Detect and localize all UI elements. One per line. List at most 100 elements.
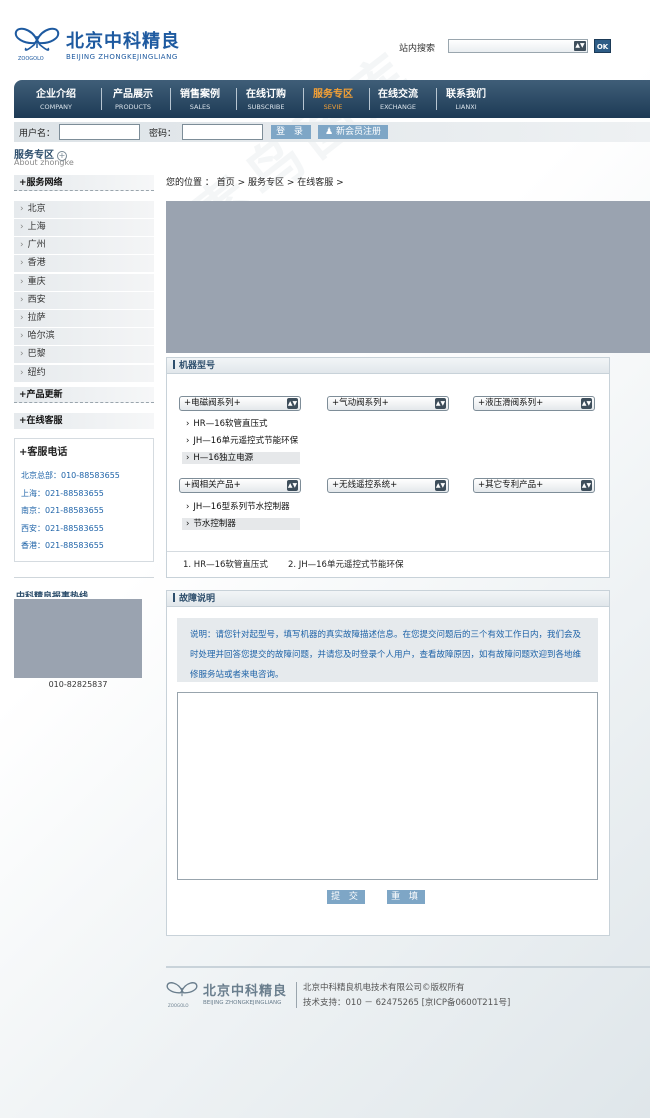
sub-item[interactable]: › H—16独立电源 bbox=[182, 452, 300, 464]
sidebar-item-city[interactable]: › 上海 bbox=[14, 219, 154, 236]
footer-divider bbox=[166, 966, 650, 968]
panel-divider bbox=[167, 551, 609, 552]
select-arrow-icon: ▲▼ bbox=[581, 480, 592, 491]
sidebar-head-product-update[interactable]: +产品更新 bbox=[14, 387, 154, 403]
nav-divider bbox=[101, 88, 102, 110]
selected-model: 1. HR—16软管直压式 bbox=[183, 560, 268, 570]
search-select[interactable]: ▲▼ bbox=[448, 39, 588, 53]
sub-item[interactable]: › 节水控制器 bbox=[182, 518, 300, 530]
select-arrow-icon: ▲▼ bbox=[435, 480, 446, 491]
report-hotline-title: 中科精良报事热线 bbox=[16, 592, 89, 597]
dropdown-wireless-remote[interactable]: +无线遥控系统+ ▲▼ bbox=[327, 478, 449, 493]
logo-tiny-text: ZOOGOLO bbox=[18, 56, 44, 62]
nav-item-sales[interactable]: 销售案例 SALES bbox=[180, 85, 220, 115]
nav-label-en: PRODUCTS bbox=[115, 103, 151, 111]
sub-item-label: JH—16单元遥控式节能环保 bbox=[193, 436, 299, 446]
fault-instructions: 说明：请您针对起型号，填写机器的真实故障描述信息。在您提交问题后的三个有效工作日… bbox=[177, 618, 598, 682]
nav-item-exchange[interactable]: 在线交流 EXCHANGE bbox=[378, 85, 418, 115]
sidebar-item-label: 纽约 bbox=[27, 368, 46, 378]
main-nav: 企业介绍 COMPANY 产品展示 PRODUCTS 销售案例 SALES 在线… bbox=[14, 80, 650, 118]
sidebar-item-city[interactable]: › 重庆 bbox=[14, 274, 154, 291]
dropdown-valve-related[interactable]: +阀相关产品+ ▲▼ bbox=[179, 478, 301, 493]
chevron-right-icon: › bbox=[186, 419, 190, 429]
hotline-number: 南京：021-88583655 bbox=[21, 506, 104, 515]
search-ok-button[interactable]: OK bbox=[594, 39, 611, 53]
sidebar-item-city[interactable]: › 纽约 bbox=[14, 365, 154, 382]
banner-image bbox=[166, 201, 650, 353]
hotline-title: +客服电话 bbox=[19, 447, 68, 458]
nav-item-service[interactable]: 服务专区 SEVIE bbox=[313, 85, 353, 115]
chevron-right-icon: › bbox=[20, 204, 24, 214]
sidebar-head-online-service[interactable]: +在线客服 bbox=[14, 413, 154, 429]
panel-bar-icon bbox=[173, 360, 175, 369]
hotline-number: 北京总部：010-88583655 bbox=[21, 471, 120, 480]
dropdown-solenoid-valve[interactable]: +电磁阀系列+ ▲▼ bbox=[179, 396, 301, 411]
dropdown-label: +电磁阀系列+ bbox=[184, 398, 241, 408]
footer-copyright: 北京中科精良机电技术有限公司©版权所有 bbox=[303, 983, 465, 993]
sub-item[interactable]: › HR—16软管直压式 bbox=[182, 418, 300, 430]
sub-item-label: JH—16型系列节水控制器 bbox=[193, 502, 290, 512]
sidebar-item-label: 重庆 bbox=[27, 277, 46, 287]
nav-label-en: SALES bbox=[189, 103, 211, 111]
nav-divider bbox=[303, 88, 304, 110]
nav-label-en: SEVIE bbox=[323, 103, 343, 111]
nav-label-cn: 联系我们 bbox=[446, 89, 486, 100]
password-input[interactable] bbox=[182, 124, 263, 140]
chevron-right-icon: › bbox=[186, 453, 190, 463]
nav-item-contact[interactable]: 联系我们 LIANXI bbox=[446, 85, 486, 115]
footer-support: 技术支持：010 － 62475265 [京ICP备0600T211号] bbox=[303, 998, 511, 1008]
breadcrumb: 您的位置 ： 首页 > 服务专区 > 在线客服 > bbox=[166, 178, 344, 188]
chevron-right-icon: › bbox=[186, 519, 190, 529]
chevron-right-icon: › bbox=[20, 331, 24, 341]
footer-brand-en: BEIJING ZHONGKEJINGLIANG bbox=[203, 1000, 282, 1006]
section-subtitle: About zhongke bbox=[14, 158, 74, 167]
nav-item-company[interactable]: 企业介绍 COMPANY bbox=[36, 85, 76, 115]
sidebar-item-label: 哈尔滨 bbox=[27, 331, 55, 341]
nav-label-cn: 企业介绍 bbox=[36, 89, 76, 100]
sub-item-label: H—16独立电源 bbox=[193, 453, 254, 463]
brand-name-en: BEIJING ZHONGKEJINGLIANG bbox=[66, 53, 178, 61]
chevron-right-icon: › bbox=[20, 277, 24, 287]
nav-label-cn: 产品展示 bbox=[113, 89, 153, 100]
site-logo[interactable]: ZOOGOLO 北京中科精良 BEIJING ZHONGKEJINGLIANG bbox=[14, 26, 194, 66]
sidebar-item-city[interactable]: › 巴黎 bbox=[14, 346, 154, 363]
sidebar-item-city[interactable]: › 北京 bbox=[14, 201, 154, 218]
hotline-number: 西安：021-88583655 bbox=[21, 524, 104, 533]
panel-title: 机器型号 bbox=[179, 361, 216, 371]
chevron-right-icon: › bbox=[20, 240, 24, 250]
selected-models-summary: 1. HR—16软管直压式 2. JH—16单元遥控式节能环保 bbox=[183, 558, 423, 570]
reset-button[interactable]: 重 填 bbox=[387, 890, 425, 904]
username-input[interactable] bbox=[59, 124, 140, 140]
register-button[interactable]: ♟ 新会员注册 bbox=[318, 125, 388, 139]
nav-item-products[interactable]: 产品展示 PRODUCTS bbox=[113, 85, 153, 115]
user-icon: ♟ bbox=[325, 127, 334, 137]
chevron-right-icon: › bbox=[186, 502, 190, 512]
login-button[interactable]: 登 录 bbox=[271, 125, 311, 139]
report-hotline-image bbox=[14, 599, 142, 678]
sub-item[interactable]: › JH—16型系列节水控制器 bbox=[182, 501, 312, 513]
sidebar-item-city[interactable]: › 拉萨 bbox=[14, 310, 154, 327]
password-label: 密码： bbox=[149, 129, 177, 139]
sidebar-item-city[interactable]: › 广州 bbox=[14, 237, 154, 254]
butterfly-logo-icon bbox=[166, 982, 198, 997]
sub-item-label: HR—16软管直压式 bbox=[193, 419, 268, 429]
sub-item[interactable]: › JH—16单元遥控式节能环保 bbox=[182, 435, 322, 447]
nav-divider bbox=[236, 88, 237, 110]
dropdown-other-patents[interactable]: +其它专利产品+ ▲▼ bbox=[473, 478, 595, 493]
sidebar-head-network[interactable]: +服务网络 bbox=[14, 175, 154, 191]
footer-brand-cn: 北京中科精良 bbox=[203, 984, 288, 999]
sidebar-item-city[interactable]: › 香港 bbox=[14, 255, 154, 272]
hotline-number: 上海：021-88583655 bbox=[21, 489, 104, 498]
fault-description-input[interactable] bbox=[177, 692, 598, 880]
sidebar-item-city[interactable]: › 西安 bbox=[14, 292, 154, 309]
nav-item-subscribe[interactable]: 在线订购 SUBSCRIBE bbox=[246, 85, 286, 115]
search-label: 站内搜索 bbox=[399, 44, 436, 54]
dropdown-hydraulic-valve[interactable]: +液压滑阀系列+ ▲▼ bbox=[473, 396, 595, 411]
sidebar-item-label: 拉萨 bbox=[27, 313, 46, 323]
dropdown-pneumatic-valve[interactable]: +气动阀系列+ ▲▼ bbox=[327, 396, 449, 411]
submit-button[interactable]: 提 交 bbox=[327, 890, 365, 904]
sidebar-item-city[interactable]: › 哈尔滨 bbox=[14, 328, 154, 345]
panel-title: 故障说明 bbox=[179, 594, 216, 604]
chevron-right-icon: › bbox=[20, 295, 24, 305]
dropdown-label: +气动阀系列+ bbox=[332, 398, 389, 408]
